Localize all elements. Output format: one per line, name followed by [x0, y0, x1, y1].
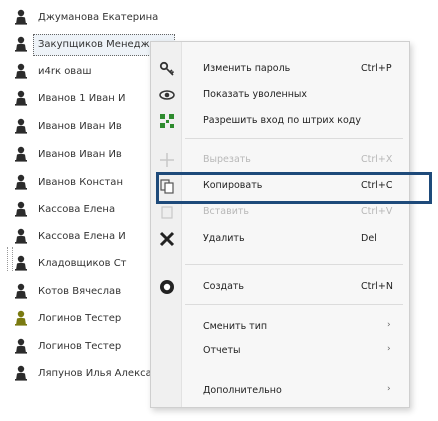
user-icon — [15, 228, 27, 244]
user-icon — [15, 365, 27, 381]
submenu-arrow-icon: › — [387, 320, 391, 330]
menu-item-label: Создать — [203, 281, 245, 292]
cut-icon — [160, 153, 174, 167]
user-icon — [15, 174, 27, 190]
user-name: Кассова Елена — [38, 203, 116, 215]
user-name: Джуманова Екатерина — [38, 11, 159, 23]
menu-separator — [185, 138, 403, 139]
context-menu: Изменить пароль Ctrl+P Показать уволенных Р… — [150, 41, 410, 408]
user-icon — [15, 90, 27, 106]
menu-item-label: Удалить — [203, 233, 245, 244]
menu-separator — [185, 304, 403, 305]
user-icon — [15, 201, 27, 217]
menu-item-label: Показать уволенных — [203, 89, 308, 100]
menu-item-label: Отчеты — [203, 345, 241, 356]
menu-item-shortcut: Del — [361, 233, 377, 244]
eye-icon — [159, 90, 175, 100]
menu-item-label: Вырезать — [203, 154, 251, 165]
user-name: Иванов 1 Иван И — [38, 92, 126, 104]
user-name: Логинов Тестер — [38, 312, 122, 324]
user-icon — [15, 283, 27, 299]
menu-item-label: Дополнительно — [203, 385, 282, 396]
create-icon — [160, 280, 174, 294]
user-icon — [15, 36, 27, 52]
submenu-arrow-icon: › — [387, 384, 391, 394]
menu-item-shortcut: Ctrl+P — [361, 63, 392, 74]
user-name: Иванов Иван Ив — [38, 120, 122, 132]
menu-item-submenu-8[interactable]: Сменить тип › — [151, 314, 409, 340]
menu-item-shortcut: Ctrl+X — [361, 154, 393, 165]
menu-item-shortcut: Ctrl+V — [361, 206, 393, 217]
user-icon — [15, 118, 27, 134]
paste-icon — [161, 206, 173, 219]
user-list-item[interactable]: Джуманова Екатерина — [0, 6, 420, 28]
menu-item-submenu-10[interactable]: Дополнительно › — [151, 378, 409, 404]
user-name: Кассова Елена И — [38, 230, 126, 242]
user-icon — [15, 255, 27, 271]
menu-item-key[interactable]: Изменить пароль Ctrl+P — [151, 56, 409, 82]
user-icon — [15, 9, 27, 25]
user-name: Котов Вячеслав — [38, 285, 122, 297]
user-name: Логинов Тестер — [38, 340, 122, 352]
user-icon — [15, 338, 27, 354]
menu-item-cut[interactable]: Вырезать Ctrl+X — [151, 147, 409, 173]
menu-item-label: Сменить тип — [203, 321, 268, 332]
user-icon — [15, 146, 27, 162]
menu-item-label: Вставить — [203, 206, 250, 217]
menu-item-shortcut: Ctrl+N — [361, 281, 393, 292]
menu-item-label: Изменить пароль — [203, 63, 291, 74]
menu-item-delete[interactable]: Удалить Del — [151, 226, 409, 252]
menu-item-label: Разрешить вход по штрих коду — [203, 115, 361, 126]
user-name: Закупщиков Менеджер — [38, 38, 163, 50]
user-name: Иванов Иван Ив — [38, 148, 122, 160]
user-name: и4rк оваш — [38, 65, 92, 77]
user-name: Иванов Констан — [38, 176, 123, 188]
submenu-arrow-icon: › — [387, 344, 391, 354]
copy-highlight-box — [156, 172, 432, 204]
user-icon — [15, 63, 27, 79]
key-icon — [159, 61, 175, 76]
menu-separator — [185, 264, 403, 265]
menu-item-create[interactable]: Создать Ctrl+N — [151, 274, 409, 300]
menu-item-submenu-9[interactable]: Отчеты › — [151, 338, 409, 364]
user-icon — [15, 310, 27, 326]
menu-item-barcode[interactable]: Разрешить вход по штрих коду — [151, 108, 409, 134]
barcode-icon — [160, 114, 174, 128]
delete-icon — [159, 231, 175, 247]
menu-item-eye[interactable]: Показать уволенных — [151, 82, 409, 108]
user-name: Кладовщиков Ст — [38, 257, 127, 269]
